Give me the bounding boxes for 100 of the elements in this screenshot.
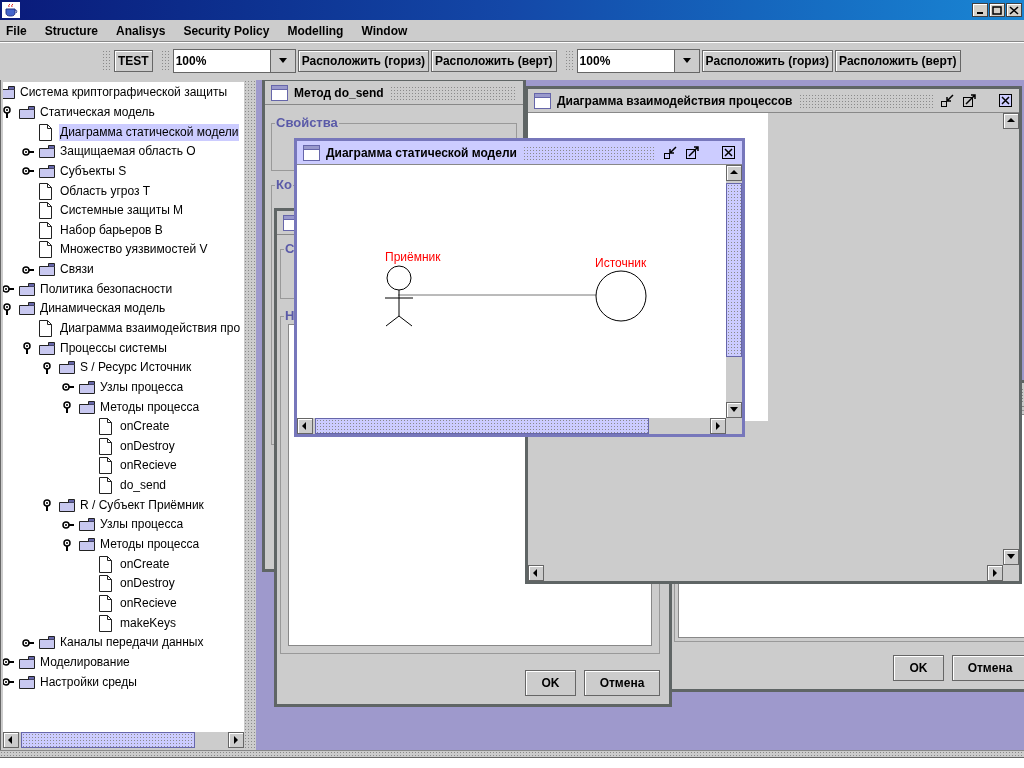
window-title: Диаграмма взаимодействия процессов <box>557 92 793 110</box>
tree-item[interactable]: Узлы процесса <box>99 516 185 534</box>
scroll-arrow-button[interactable] <box>726 165 742 181</box>
scroll-arrow-button[interactable] <box>1003 549 1019 565</box>
close-button[interactable] <box>1006 3 1022 17</box>
scroll-thumb[interactable] <box>315 418 650 434</box>
tree-item[interactable]: onCreate <box>119 418 171 436</box>
toolbar-button[interactable]: Расположить (гориз) <box>297 50 430 72</box>
folder-icon <box>59 498 75 512</box>
tree-item[interactable]: Методы процесса <box>99 536 201 554</box>
toolbar-button[interactable]: Расположить (гориз) <box>701 50 834 72</box>
menu-item[interactable]: Structure <box>44 21 98 40</box>
tree-item[interactable]: onRecieve <box>119 594 178 612</box>
maximize-icon <box>992 5 1002 15</box>
dialog-button[interactable]: Отмена <box>952 655 1024 681</box>
tree-item[interactable]: onRecieve <box>119 457 178 475</box>
tree-item[interactable]: Множество уязвимостей V <box>59 241 209 259</box>
menu-item[interactable]: Security Policy <box>183 21 270 40</box>
tree-item[interactable]: Субъекты S <box>59 162 128 180</box>
maximize-button[interactable] <box>961 92 977 109</box>
tree-item[interactable]: Система криптографической защиты <box>19 84 229 102</box>
scroll-arrow-button[interactable] <box>297 418 313 434</box>
tree-item[interactable]: S / Ресурс Источник <box>79 359 193 377</box>
minimize-button[interactable] <box>939 92 955 109</box>
close-button[interactable] <box>720 144 736 161</box>
scroll-arrow-button[interactable] <box>228 732 244 748</box>
tree-item[interactable]: Диаграмма взаимодействия про <box>59 320 242 337</box>
tree-item[interactable]: Моделирование <box>39 653 131 671</box>
dialog-button[interactable]: OK <box>893 655 944 681</box>
maximize-button[interactable] <box>989 3 1005 17</box>
collapsed-handle-icon[interactable] <box>21 636 35 649</box>
right-arrow-icon <box>990 568 1000 578</box>
tree-item[interactable]: do_send <box>119 477 168 495</box>
document-icon <box>99 555 112 573</box>
toolbar-button[interactable]: Расположить (верт) <box>431 50 557 72</box>
tree-item[interactable]: Каналы передачи данных <box>59 634 205 652</box>
tree-item[interactable]: Набор барьеров B <box>59 221 164 239</box>
minimize-button[interactable] <box>662 144 678 161</box>
scroll-thumb[interactable] <box>21 732 196 748</box>
collapsed-handle-icon[interactable] <box>61 381 75 394</box>
scroll-arrow-button[interactable] <box>710 418 726 434</box>
collapsed-handle-icon[interactable] <box>3 676 15 689</box>
scroll-arrow-button[interactable] <box>987 565 1003 581</box>
menu-item[interactable]: Window <box>361 21 408 40</box>
tree-item[interactable]: Процессы системы <box>59 339 168 357</box>
zoom-combo[interactable]: 100% <box>172 49 296 73</box>
tree-item[interactable]: onCreate <box>119 555 171 573</box>
scrollbar[interactable] <box>297 418 726 434</box>
collapsed-handle-icon[interactable] <box>3 283 15 296</box>
toolbar-button[interactable]: Расположить (верт) <box>835 50 961 72</box>
tree-item[interactable]: Методы процесса <box>99 398 201 416</box>
tree-item[interactable]: R / Субъект Приёмник <box>79 496 205 514</box>
close-button[interactable] <box>997 92 1013 109</box>
collapsed-handle-icon[interactable] <box>21 145 35 158</box>
scroll-arrow-button[interactable] <box>1003 113 1019 129</box>
collapsed-handle-icon[interactable] <box>61 518 75 531</box>
window-titlebar[interactable]: Диаграмма статической модели <box>297 141 742 165</box>
scrollbar[interactable] <box>3 732 244 748</box>
tree-item[interactable]: Статическая модель <box>39 103 156 121</box>
collapsed-handle-icon[interactable] <box>3 656 15 669</box>
tree-item[interactable]: Политика безопасности <box>39 280 174 298</box>
scrollbar[interactable] <box>528 565 1003 581</box>
collapsed-handle-icon[interactable] <box>21 263 35 276</box>
toolbar-button[interactable]: TEST <box>114 50 153 72</box>
internal-window-dialog[interactable]: Диаграмма статической модели Приёмник Источник <box>294 138 745 437</box>
scrollbar[interactable] <box>726 165 742 418</box>
minimize-icon <box>977 12 983 14</box>
zoom-combo[interactable]: 100% <box>576 49 700 73</box>
menu-item[interactable]: Analisys <box>116 21 166 40</box>
right-arrow-icon <box>231 735 241 745</box>
tree-item[interactable]: Системные защиты M <box>59 202 185 220</box>
tree-item[interactable]: Динамическая модель <box>39 300 167 318</box>
folder-icon <box>39 164 55 178</box>
tree-item[interactable]: Защищаемая область O <box>59 143 197 161</box>
scrollbar[interactable] <box>1003 113 1019 565</box>
scroll-arrow-button[interactable] <box>726 402 742 418</box>
tree-item[interactable]: Связи <box>59 261 95 279</box>
tree-item[interactable]: Диаграмма статической модели <box>59 123 240 141</box>
scroll-thumb[interactable] <box>726 183 742 357</box>
folder-icon <box>79 518 95 532</box>
tree-item[interactable]: makeKeys <box>119 614 178 632</box>
scroll-arrow-button[interactable] <box>3 732 19 748</box>
tree-item[interactable]: Настройки среды <box>39 673 138 691</box>
dialog-button[interactable]: Отмена <box>584 670 660 696</box>
folder-icon <box>19 282 35 296</box>
actor-figure[interactable] <box>384 265 414 327</box>
tree-item[interactable]: onDestroy <box>119 437 176 455</box>
folder-icon <box>39 145 55 159</box>
minimize-button[interactable] <box>972 3 988 17</box>
document-icon <box>99 477 112 495</box>
tree-item[interactable]: onDestroy <box>119 575 176 593</box>
tree-item[interactable]: Область угроз T <box>59 182 152 200</box>
collapsed-handle-icon[interactable] <box>21 165 35 178</box>
scroll-arrow-button[interactable] <box>528 565 544 581</box>
tree-item[interactable]: Узлы процесса <box>99 378 185 396</box>
dialog-button[interactable]: OK <box>525 670 576 696</box>
maximize-button[interactable] <box>684 144 700 161</box>
circle-node[interactable] <box>595 270 647 322</box>
menu-item[interactable]: File <box>6 21 27 40</box>
menu-item[interactable]: Modelling <box>287 21 344 40</box>
